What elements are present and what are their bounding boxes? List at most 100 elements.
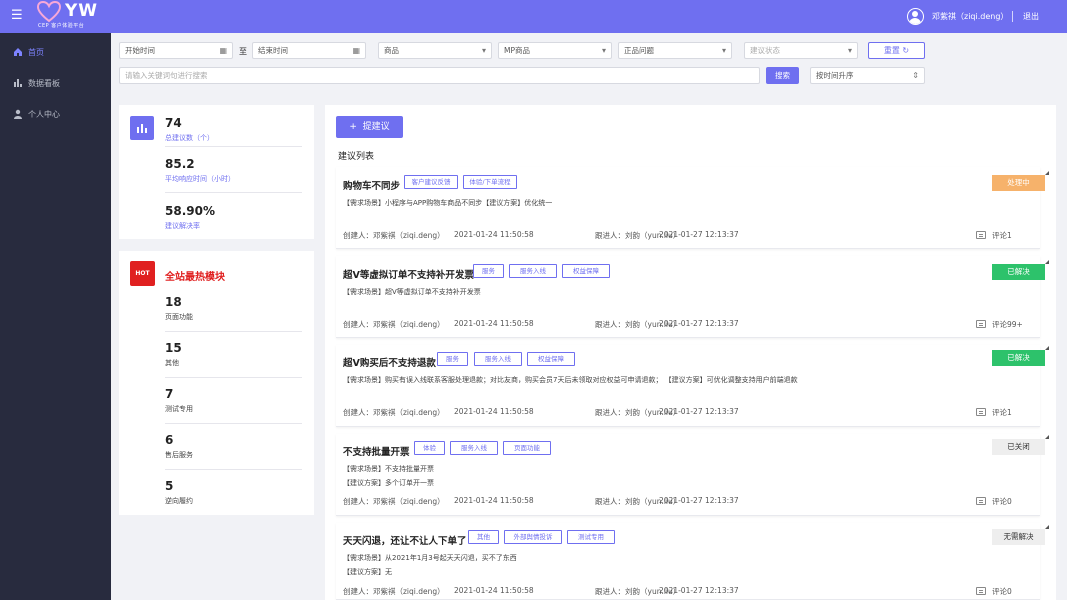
suggestion-tag[interactable]: 服务入线	[474, 352, 522, 366]
end-time-picker[interactable]: 结束时间 ▦	[252, 42, 366, 59]
suggestion-title[interactable]: 购物车不同步	[343, 178, 400, 192]
logout-link[interactable]: 退出	[1023, 11, 1039, 22]
suggestion-tag[interactable]: 外部舆情投诉	[504, 530, 562, 544]
stat-avg-response-time: 85.2 平均响应时间（小时）	[165, 157, 302, 184]
suggestion-tag[interactable]: 服务	[473, 264, 504, 278]
followed-time: 2021-01-27 12:13:37	[659, 407, 739, 416]
hot-module-label: 售后服务	[165, 451, 193, 459]
mp-product-select[interactable]: MP商品 ▾	[498, 42, 612, 59]
hot-module-label: 页面功能	[165, 313, 193, 321]
keyword-search-input[interactable]: 请输入关键词句进行搜索	[119, 67, 760, 84]
suggestion-title[interactable]: 超V等虚拟订单不支持补开发票	[343, 267, 474, 281]
created-time: 2021-01-24 11:50:58	[454, 586, 534, 595]
creator: 创建人：邓紫祺（ziqi.deng）	[343, 497, 445, 506]
status-badge: 处理中	[992, 171, 1049, 191]
calendar-icon: ▦	[352, 46, 360, 55]
reset-button[interactable]: 重置 ↻	[868, 42, 925, 59]
suggestion-card[interactable]: 天天闪退，还让不让人下单了 其他 外部舆情投诉 测试专用 【需求场景】从2021…	[336, 523, 1049, 600]
stat-label: 总建议数（个）	[165, 134, 214, 142]
hot-module-item[interactable]: 18 页面功能	[165, 295, 302, 322]
comment-count[interactable]: 评论1	[992, 230, 1012, 241]
suggestion-tag[interactable]: 权益保障	[562, 264, 610, 278]
comment-count[interactable]: 评论0	[992, 496, 1012, 507]
reset-button-label: 重置	[883, 46, 900, 55]
sidebar-item-label: 首页	[28, 47, 44, 57]
heart-logo-icon	[36, 1, 62, 23]
product-select-value: 商品	[384, 46, 399, 55]
sidebar-item-dashboard[interactable]: 数据看板	[0, 68, 111, 98]
add-suggestion-button[interactable]: + 提建议	[336, 116, 403, 138]
suggestion-card[interactable]: 超V等虚拟订单不支持补开发票 服务 服务入线 权益保障 【需求场景】超V等虚拟订…	[336, 256, 1049, 338]
suggestion-card[interactable]: 不支持批量开票 体验 服务入线 页面功能 【需求场景】不支持批量开票 【建议方案…	[336, 434, 1049, 516]
comment-icon[interactable]	[976, 408, 986, 416]
sidebar-item-profile[interactable]: 个人中心	[0, 99, 111, 129]
hamburger-menu-icon[interactable]: ☰	[11, 9, 23, 23]
suggestion-tag[interactable]: 权益保障	[527, 352, 575, 366]
hot-module-count: 5	[165, 479, 174, 493]
hot-badge-icon: HOT	[130, 261, 155, 286]
sort-arrows-icon: ⇕	[912, 71, 919, 80]
suggestion-description: 【需求场景】超V等虚拟订单不支持补开发票	[343, 288, 481, 296]
comment-count[interactable]: 评论0	[992, 586, 1012, 597]
suggestion-tag[interactable]: 页面功能	[503, 441, 551, 455]
hot-module-label: 测试专用	[165, 405, 193, 413]
suggestion-title[interactable]: 天天闪退，还让不让人下单了	[343, 533, 467, 547]
start-time-placeholder: 开始时间	[125, 46, 155, 55]
logo-text: YW	[65, 1, 99, 21]
suggestion-tag[interactable]: 体验/下单流程	[463, 175, 517, 189]
status-select[interactable]: 建议状态 ▾	[744, 42, 858, 59]
suggestion-tag[interactable]: 其他	[468, 530, 499, 544]
suggestion-card[interactable]: 超V购买后不支持退款 服务 服务入线 权益保障 【需求场景】购买有误入线联系客服…	[336, 345, 1049, 427]
suggestion-title[interactable]: 不支持批量开票	[343, 444, 410, 458]
comment-icon[interactable]	[976, 231, 986, 239]
header-divider	[1012, 11, 1013, 22]
comment-count[interactable]: 评论1	[992, 407, 1012, 418]
user-avatar-icon[interactable]	[907, 8, 924, 25]
hot-module-item[interactable]: 6 售后服务	[165, 433, 302, 460]
caret-down-icon: ▾	[481, 46, 486, 55]
sidebar-item-label: 数据看板	[28, 78, 60, 88]
suggestion-description: 【需求场景】从2021年1月3号起天天闪退，买不了东西	[343, 554, 517, 562]
stat-value: 58.90%	[165, 204, 215, 218]
comment-icon[interactable]	[976, 587, 986, 595]
suggestion-tag[interactable]: 服务入线	[509, 264, 557, 278]
hot-module-item[interactable]: 5 逆向履约	[165, 479, 302, 506]
status-select-placeholder: 建议状态	[750, 46, 780, 55]
suggestion-tag[interactable]: 测试专用	[567, 530, 615, 544]
comment-icon[interactable]	[976, 497, 986, 505]
suggestion-tag[interactable]: 服务入线	[450, 441, 498, 455]
user-name[interactable]: 邓紫祺（ziqi.deng）	[932, 11, 1008, 22]
followed-time: 2021-01-27 12:13:37	[659, 230, 739, 239]
creator: 创建人：邓紫祺（ziqi.deng）	[343, 587, 445, 596]
suggestion-tag[interactable]: 体验	[414, 441, 445, 455]
sort-select[interactable]: 按时间升序 ⇕	[810, 67, 925, 84]
hot-module-item[interactable]: 7 测试专用	[165, 387, 302, 414]
stat-resolution-rate: 58.90% 建议解决率	[165, 204, 302, 231]
sidebar-item-home[interactable]: 首页	[0, 37, 111, 67]
user-icon	[14, 109, 22, 119]
divider	[165, 377, 302, 378]
start-time-picker[interactable]: 开始时间 ▦	[119, 42, 233, 59]
stat-label: 平均响应时间（小时）	[165, 175, 235, 183]
suggestion-title[interactable]: 超V购买后不支持退款	[343, 355, 436, 369]
caret-down-icon: ▾	[721, 46, 726, 55]
caret-down-icon: ▾	[847, 46, 852, 55]
followed-time: 2021-01-27 12:13:37	[659, 496, 739, 505]
caret-down-icon: ▾	[601, 46, 606, 55]
sidebar: 首页 数据看板 个人中心	[0, 33, 111, 600]
comment-icon[interactable]	[976, 320, 986, 328]
suggestion-tag[interactable]: 客户建议反馈	[404, 175, 458, 189]
suggestion-list-title: 建议列表	[338, 152, 375, 162]
suggestion-card[interactable]: 购物车不同步 客户建议反馈 体验/下单流程 【需求场景】小程序与APP购物车商品…	[336, 167, 1049, 249]
hot-module-count: 18	[165, 295, 182, 309]
hot-module-item[interactable]: 15 其他	[165, 341, 302, 368]
stat-label: 建议解决率	[165, 222, 200, 230]
suggestion-tag[interactable]: 服务	[437, 352, 468, 366]
comment-count[interactable]: 评论99+	[992, 319, 1023, 330]
issue-type-select[interactable]: 正品问题 ▾	[618, 42, 732, 59]
status-badge: 已解决	[992, 346, 1049, 366]
creator: 创建人：邓紫祺（ziqi.deng）	[343, 408, 445, 417]
mp-product-select-value: MP商品	[504, 46, 530, 55]
search-button[interactable]: 搜索	[766, 67, 799, 84]
product-select[interactable]: 商品 ▾	[378, 42, 492, 59]
